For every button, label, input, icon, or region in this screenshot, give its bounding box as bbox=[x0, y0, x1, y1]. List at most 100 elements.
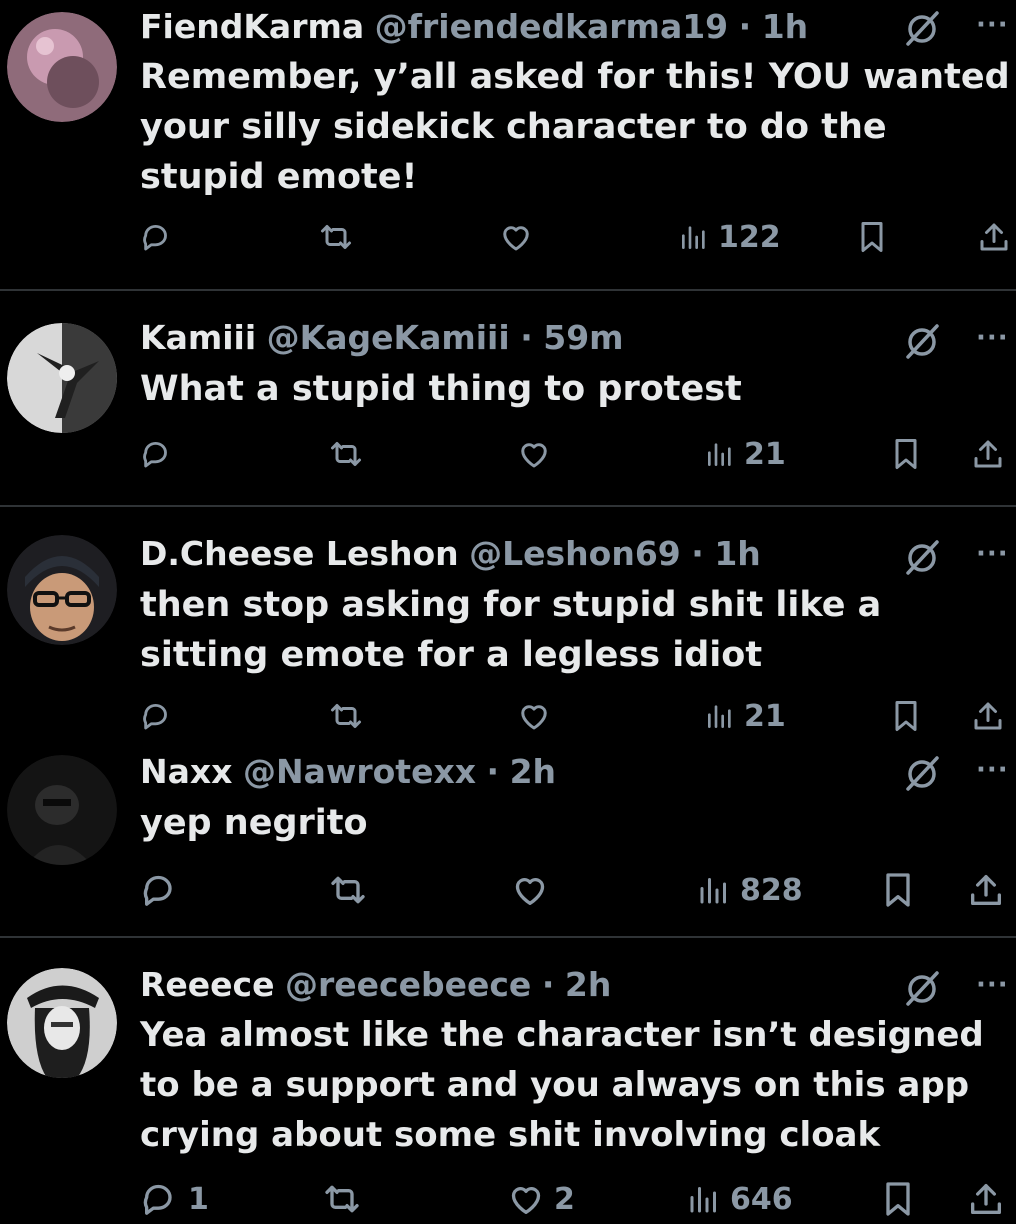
avatar[interactable] bbox=[7, 323, 117, 433]
views-icon bbox=[708, 705, 731, 728]
author-name[interactable]: Naxx bbox=[140, 752, 232, 791]
post-text: Remember, y’all asked for this! YOU want… bbox=[140, 57, 1010, 197]
avatar[interactable] bbox=[7, 535, 117, 645]
repost-icon bbox=[325, 1185, 359, 1213]
bookmark-icon bbox=[886, 873, 910, 907]
more-icon[interactable]: ··· bbox=[976, 323, 1016, 363]
author-handle[interactable]: @friendedkarma19 bbox=[375, 7, 729, 46]
view-count: 646 bbox=[730, 1181, 793, 1217]
avatar[interactable] bbox=[7, 968, 117, 1078]
post-naxx[interactable]: Naxx @Nawrotexx · 2h ··· yep negrito 828 bbox=[0, 745, 1016, 937]
author-name[interactable]: Kamiii bbox=[140, 318, 256, 357]
post-kamiii[interactable]: Kamiii @KageKamiii · 59m ··· What a stup… bbox=[0, 291, 1016, 505]
share-button[interactable] bbox=[970, 429, 1006, 479]
author-name[interactable]: Reeece bbox=[140, 965, 275, 1004]
more-icon[interactable]: ··· bbox=[976, 539, 1016, 579]
repost-button[interactable] bbox=[328, 865, 368, 915]
action-bar: 21 bbox=[140, 691, 1016, 741]
views-button[interactable]: 21 bbox=[704, 429, 786, 479]
bookmark-button[interactable] bbox=[854, 212, 890, 262]
reply-icon bbox=[143, 224, 167, 251]
share-icon bbox=[980, 223, 1008, 251]
separator-dot: · bbox=[486, 752, 500, 791]
bookmark-button[interactable] bbox=[888, 429, 924, 479]
repost-icon bbox=[331, 442, 361, 466]
repost-button[interactable] bbox=[328, 429, 364, 479]
view-count: 21 bbox=[744, 698, 786, 734]
views-button[interactable]: 828 bbox=[696, 865, 803, 915]
post-fiendkarma[interactable]: FiendKarma @friendedkarma19 · 1h ··· Rem… bbox=[0, 0, 1016, 290]
grok-icon[interactable] bbox=[902, 321, 942, 361]
avatar[interactable] bbox=[7, 12, 117, 122]
share-icon bbox=[974, 702, 1002, 730]
repost-button[interactable] bbox=[322, 1174, 362, 1224]
like-button[interactable] bbox=[498, 212, 542, 262]
reply-icon bbox=[143, 441, 167, 468]
grok-icon[interactable] bbox=[902, 968, 942, 1008]
repost-icon bbox=[331, 704, 361, 728]
more-icon[interactable]: ··· bbox=[976, 10, 1016, 50]
author-name[interactable]: D.Cheese Leshon bbox=[140, 534, 459, 573]
post-reeece[interactable]: Reeece @reecebeece · 2h ··· Yea almost l… bbox=[0, 938, 1016, 1217]
view-count: 21 bbox=[744, 436, 786, 472]
heart-icon bbox=[515, 878, 545, 905]
post-time[interactable]: 59m bbox=[543, 318, 623, 357]
bookmark-icon bbox=[886, 1182, 910, 1216]
post-text: Yea almost like the character isn’t desi… bbox=[140, 1015, 984, 1155]
author-handle[interactable]: @KageKamiii bbox=[267, 318, 510, 357]
like-button[interactable] bbox=[516, 429, 560, 479]
post-time[interactable]: 2h bbox=[510, 752, 556, 791]
views-icon bbox=[690, 1187, 716, 1213]
post-header: D.Cheese Leshon @Leshon69 · 1h bbox=[140, 529, 1016, 579]
like-button[interactable] bbox=[510, 865, 558, 915]
action-bar: 1 2 646 bbox=[140, 1174, 1016, 1224]
views-button[interactable]: 122 bbox=[678, 212, 781, 262]
bookmark-button[interactable] bbox=[878, 865, 918, 915]
views-button[interactable]: 646 bbox=[686, 1174, 793, 1224]
action-bar: 828 bbox=[140, 865, 1016, 915]
author-handle[interactable]: @reecebeece bbox=[285, 965, 531, 1004]
like-button[interactable] bbox=[516, 691, 560, 741]
repost-button[interactable] bbox=[318, 212, 354, 262]
post-dcheese-leshon[interactable]: D.Cheese Leshon @Leshon69 · 1h ··· then … bbox=[0, 507, 1016, 743]
post-text: then stop asking for stupid shit like a … bbox=[140, 585, 882, 675]
heart-icon bbox=[511, 1187, 541, 1214]
separator-dot: · bbox=[541, 965, 555, 1004]
more-icon[interactable]: ··· bbox=[976, 970, 1016, 1010]
author-name[interactable]: FiendKarma bbox=[140, 7, 364, 46]
like-button[interactable]: 2 bbox=[506, 1174, 575, 1224]
bookmark-icon bbox=[895, 439, 917, 469]
post-time[interactable]: 1h bbox=[762, 7, 808, 46]
reply-button[interactable] bbox=[140, 691, 182, 741]
bookmark-icon bbox=[861, 222, 883, 252]
reply-icon bbox=[143, 1184, 172, 1215]
views-icon bbox=[682, 226, 705, 249]
grok-icon[interactable] bbox=[902, 753, 942, 793]
share-button[interactable] bbox=[966, 1174, 1006, 1224]
share-button[interactable] bbox=[976, 212, 1012, 262]
view-count: 122 bbox=[718, 219, 781, 255]
author-handle[interactable]: @Leshon69 bbox=[469, 534, 681, 573]
more-icon[interactable]: ··· bbox=[976, 755, 1016, 795]
heart-icon bbox=[503, 226, 529, 251]
author-handle[interactable]: @Nawrotexx bbox=[243, 752, 476, 791]
grok-icon[interactable] bbox=[902, 537, 942, 577]
post-time[interactable]: 2h bbox=[565, 965, 611, 1004]
post-time[interactable]: 1h bbox=[714, 534, 760, 573]
repost-button[interactable] bbox=[328, 691, 364, 741]
repost-icon bbox=[321, 225, 351, 249]
post-header: Kamiii @KageKamiii · 59m bbox=[140, 313, 1016, 363]
reply-button[interactable] bbox=[140, 212, 182, 262]
reply-button[interactable] bbox=[140, 429, 182, 479]
reply-button[interactable]: 1 bbox=[140, 1174, 209, 1224]
share-button[interactable] bbox=[966, 865, 1006, 915]
reply-button[interactable] bbox=[140, 865, 188, 915]
share-button[interactable] bbox=[970, 691, 1006, 741]
avatar[interactable] bbox=[7, 755, 117, 865]
action-bar: 21 bbox=[140, 429, 1016, 479]
views-button[interactable]: 21 bbox=[704, 691, 786, 741]
grok-icon[interactable] bbox=[902, 8, 942, 48]
bookmark-button[interactable] bbox=[888, 691, 924, 741]
bookmark-button[interactable] bbox=[878, 1174, 918, 1224]
heart-icon bbox=[521, 443, 547, 468]
